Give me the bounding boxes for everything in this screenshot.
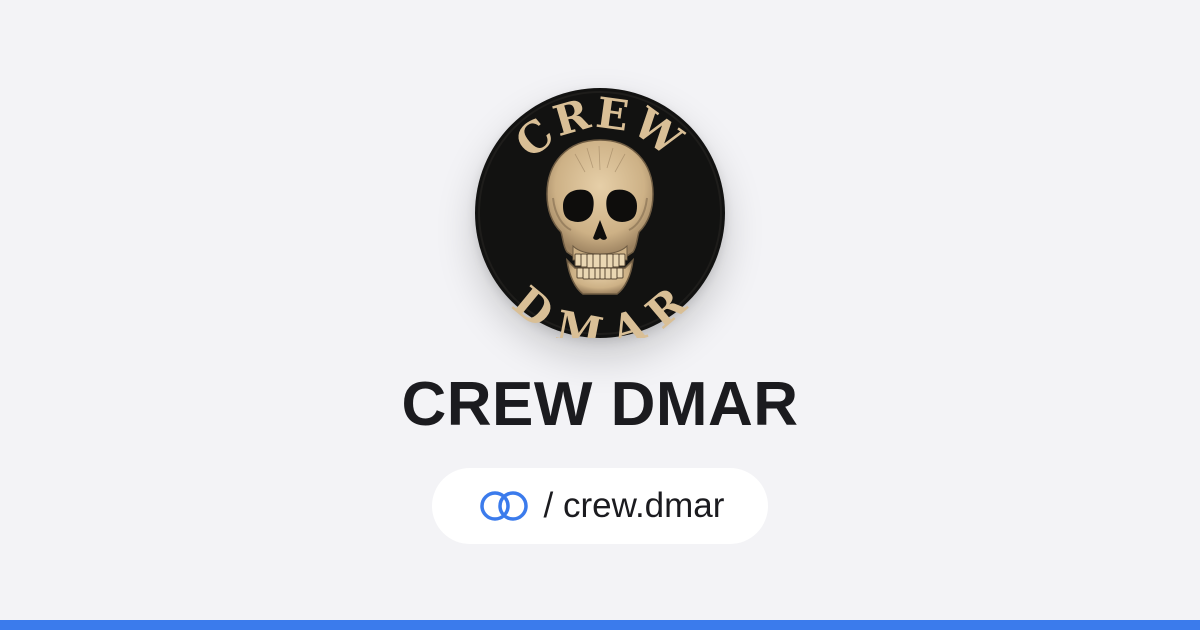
skull-emblem: CREW DMAR bbox=[475, 88, 725, 338]
profile-link-button[interactable]: / crew.dmar bbox=[432, 468, 768, 544]
profile-name: CREW DMAR bbox=[401, 370, 799, 439]
accent-bar bbox=[0, 620, 1200, 630]
profile-avatar: CREW DMAR bbox=[475, 88, 725, 338]
linked-rings-icon bbox=[476, 488, 532, 524]
profile-handle: / crew.dmar bbox=[543, 486, 725, 525]
